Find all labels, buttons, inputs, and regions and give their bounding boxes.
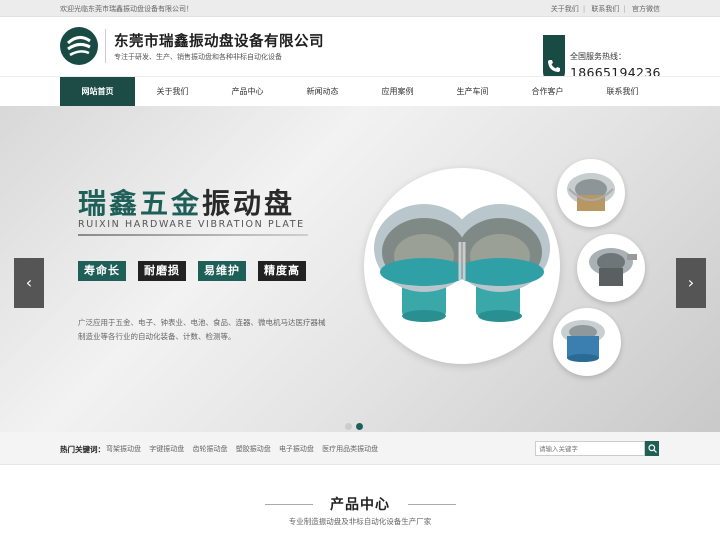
section-title: 产品中心: [0, 494, 720, 514]
hotline-label: 全国服务热线：: [570, 52, 626, 61]
banner-pagination: [345, 415, 367, 432]
nav-item-news[interactable]: 新闻动态: [285, 77, 360, 107]
vibration-bowl-pair-icon: [374, 204, 550, 322]
section-subtitle: 专业制造振动盘及非标自动化设备生产厂家: [288, 517, 432, 526]
top-link-about[interactable]: 关于我们: [551, 5, 579, 13]
hero-banner: 瑞鑫五金振动盘 RUIXIN HARDWARE VIBRATION PLATE …: [0, 106, 720, 432]
logo-mark-icon: [66, 36, 91, 57]
banner-dot-2[interactable]: [356, 423, 363, 430]
keyword-link[interactable]: 塑胶振动盘: [236, 445, 271, 453]
welcome-text: 欢迎光临东莞市瑞鑫振动盘设备有限公司！: [60, 5, 193, 13]
nav-item-cases[interactable]: 应用案例: [360, 77, 435, 107]
search-icon: [648, 444, 657, 453]
top-link-wechat[interactable]: 官方微信: [632, 5, 660, 13]
products-title: 产品中心: [330, 497, 390, 513]
phone-icon: [548, 60, 560, 72]
tag-wear-resistant: 耐磨损: [138, 261, 186, 281]
keyword-link[interactable]: 齿轮振动盘: [192, 445, 227, 453]
keyword-link[interactable]: 弯架振动盘: [106, 445, 141, 453]
nav-item-contact[interactable]: 联系我们: [585, 77, 660, 107]
keyword-link[interactable]: 医疗用品类振动盘: [322, 445, 378, 453]
nav-item-clients[interactable]: 合作客户: [510, 77, 585, 107]
nav-item-products[interactable]: 产品中心: [210, 77, 285, 107]
company-name: 东莞市瑞鑫振动盘设备有限公司: [114, 34, 324, 50]
steel-bowl-icon: [567, 173, 615, 211]
hot-keywords-list: 弯架振动盘 字键振动盘 齿轮振动盘 塑胶振动盘 电子振动盘 医疗用品类振动盘: [106, 444, 384, 454]
product-thumb-1[interactable]: [557, 159, 625, 227]
tag-high-precision: 精度高: [258, 261, 306, 281]
banner-title: 瑞鑫五金振动盘: [78, 182, 295, 222]
banner-description: 广泛应用于五金、电子、钟表业、电池、食品、连器、微电机马达医疗器械制造业等各行业…: [78, 318, 326, 341]
logo-divider: [105, 29, 106, 63]
keyword-bar: 热门关键词： 弯架振动盘 字键振动盘 齿轮振动盘 塑胶振动盘 电子振动盘 医疗用…: [0, 432, 720, 465]
product-thumb-2[interactable]: [577, 234, 645, 302]
banner-subtitle: RUIXIN HARDWARE VIBRATION PLATE: [78, 219, 305, 230]
search-button[interactable]: [645, 441, 659, 456]
logo[interactable]: [60, 27, 98, 65]
keyword-link[interactable]: 电子振动盘: [279, 445, 314, 453]
tag-easy-maintain: 易维护: [198, 261, 246, 281]
company-slogan: 专注于研发、生产、销售振动盘和各种非标自动化设备: [114, 53, 282, 61]
search-input[interactable]: [535, 441, 645, 456]
top-links: 关于我们 | 联系我们 | 官方微信: [550, 5, 660, 13]
keyword-link[interactable]: 字键振动盘: [149, 445, 184, 453]
header: 东莞市瑞鑫振动盘设备有限公司 专注于研发、生产、销售振动盘和各种非标自动化设备 …: [0, 17, 720, 83]
banner-prev-button[interactable]: ‹: [14, 258, 44, 308]
banner-title-part1: 瑞鑫五金: [78, 187, 203, 220]
main-product-image: [364, 168, 560, 364]
product-thumb-3[interactable]: [553, 308, 621, 376]
nav-item-home[interactable]: 网站首页: [60, 77, 135, 107]
banner-next-button[interactable]: ›: [676, 258, 706, 308]
top-link-contact[interactable]: 联系我们: [591, 5, 619, 13]
top-bar: 欢迎光临东莞市瑞鑫振动盘设备有限公司！ 关于我们 | 联系我们 | 官方微信: [0, 0, 720, 17]
main-nav: 网站首页 关于我们 产品中心 新闻动态 应用案例 生产车间 合作客户 联系我们: [0, 76, 720, 107]
section-title-line-right: [408, 504, 456, 505]
banner-title-part2: 振动盘: [202, 187, 296, 220]
nav-item-workshop[interactable]: 生产车间: [435, 77, 510, 107]
round-bowl-icon: [561, 320, 605, 362]
tag-long-life: 寿命长: [78, 261, 126, 281]
banner-divider: [78, 234, 308, 236]
flat-bowl-icon: [589, 248, 637, 286]
banner-dot-1[interactable]: [345, 423, 352, 430]
nav-item-about[interactable]: 关于我们: [135, 77, 210, 107]
hot-keywords-label: 热门关键词：: [60, 445, 105, 454]
